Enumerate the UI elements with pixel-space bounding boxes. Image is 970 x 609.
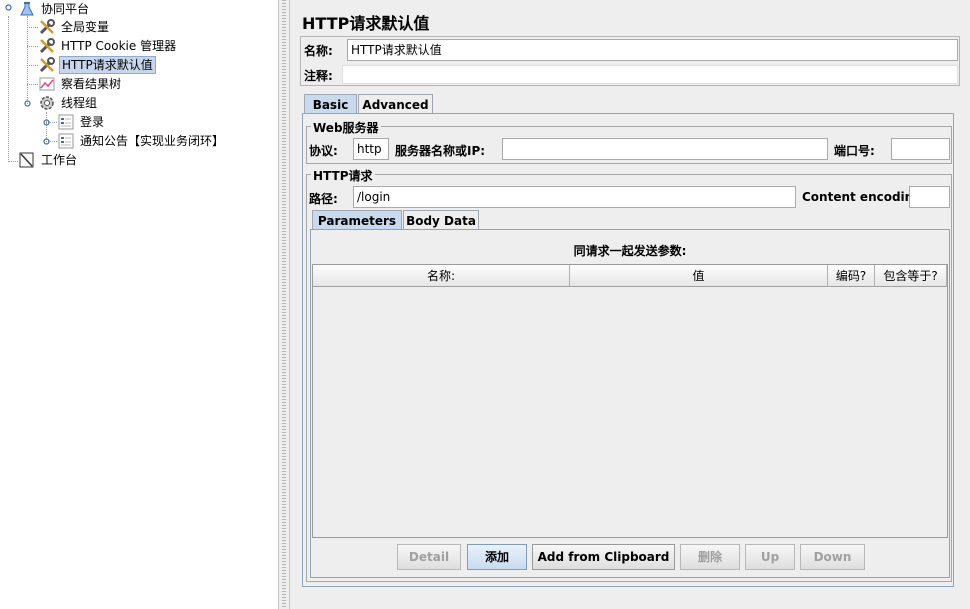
content-encoding-label: Content encoding:	[802, 190, 927, 204]
wrench-icon	[38, 56, 56, 74]
web-server-title: Web服务器	[311, 119, 381, 136]
tree-node-label: 通知公告【实现业务闭环】	[80, 134, 225, 148]
up-button[interactable]: Up	[745, 544, 795, 570]
expand-toggle-icon[interactable]	[24, 100, 31, 107]
detail-button[interactable]: Detail	[397, 544, 461, 570]
port-label: 端口号:	[834, 144, 875, 158]
tree-node-results-tree[interactable]: 察看结果树	[38, 75, 123, 93]
expand-toggle-icon[interactable]	[5, 4, 12, 11]
name-input[interactable]: HTTP请求默认值	[347, 39, 958, 61]
tree-node-label: 察看结果树	[61, 77, 122, 91]
tab-advanced[interactable]: Advanced	[358, 94, 433, 114]
wrench-icon	[38, 37, 56, 55]
tree-node-label: 工作台	[41, 153, 78, 167]
comment-label: 注释:	[304, 69, 333, 83]
port-input[interactable]	[891, 138, 950, 160]
sampler-icon	[57, 132, 75, 150]
tree-node-http-defaults[interactable]: HTTP请求默认值	[38, 56, 156, 74]
tree-node-label: 协同平台	[41, 2, 90, 16]
sampler-icon	[57, 113, 75, 131]
add-from-clipboard-button[interactable]: Add from Clipboard	[532, 544, 675, 570]
tree-node-label: HTTP请求默认值	[59, 56, 156, 74]
comment-input[interactable]	[342, 65, 958, 84]
server-label: 服务器名称或IP:	[395, 144, 486, 158]
down-button[interactable]: Down	[800, 544, 865, 570]
chart-icon	[38, 75, 56, 93]
wrench-icon	[38, 18, 56, 36]
path-label: 路径:	[309, 192, 338, 206]
tree-node-thread-group[interactable]: 线程组	[38, 94, 99, 112]
tree-node-label: 线程组	[61, 96, 98, 110]
tree-node-workbench[interactable]: 工作台	[18, 151, 79, 169]
tree-node-label: 全局变量	[61, 20, 110, 34]
flask-icon	[18, 0, 36, 18]
parameters-table[interactable]: 名称: 值 编码? 包含等于?	[312, 264, 948, 538]
tree-node-root[interactable]: 协同平台	[18, 0, 91, 18]
config-panel: HTTP请求默认值 名称: HTTP请求默认值 注释: Basic Advanc…	[290, 0, 970, 609]
protocol-label: 协议:	[309, 144, 338, 158]
test-plan-tree[interactable]: 协同平台 全局变量 HTTP Cookie 管理器 HTTP请求默认值 察看结果…	[0, 0, 278, 609]
tree-node-login[interactable]: 登录	[57, 113, 106, 131]
params-caption: 同请求一起发送参数:	[573, 244, 687, 258]
gear-icon	[38, 94, 56, 112]
tree-node-notice[interactable]: 通知公告【实现业务闭环】	[57, 132, 226, 150]
tree-node-cookie-manager[interactable]: HTTP Cookie 管理器	[38, 37, 178, 55]
protocol-input[interactable]: http	[353, 138, 389, 160]
add-button[interactable]: 添加	[467, 544, 527, 570]
path-input[interactable]: /login	[353, 186, 796, 208]
tree-node-label: 登录	[80, 115, 105, 129]
table-header: 名称: 值 编码? 包含等于?	[313, 265, 947, 287]
tree-node-label: HTTP Cookie 管理器	[61, 39, 177, 53]
tab-body-data[interactable]: Body Data	[403, 210, 479, 230]
tree-node-global-vars[interactable]: 全局变量	[38, 18, 111, 36]
expand-toggle-icon[interactable]	[43, 119, 50, 126]
col-header-include-equals[interactable]: 包含等于?	[875, 265, 947, 287]
http-request-title: HTTP请求	[311, 167, 375, 184]
name-label: 名称:	[304, 44, 333, 58]
workbench-icon	[18, 151, 36, 169]
server-input[interactable]	[502, 138, 828, 160]
expand-toggle-icon[interactable]	[43, 138, 50, 145]
tab-parameters[interactable]: Parameters	[312, 210, 402, 230]
split-pane-divider[interactable]	[278, 0, 290, 609]
tab-basic[interactable]: Basic	[304, 94, 357, 114]
delete-button[interactable]: 删除	[680, 544, 740, 570]
col-header-name[interactable]: 名称:	[313, 265, 570, 287]
page-title: HTTP请求默认值	[302, 14, 430, 33]
content-encoding-input[interactable]	[909, 186, 950, 208]
col-header-value[interactable]: 值	[570, 265, 828, 287]
col-header-encode[interactable]: 编码?	[828, 265, 875, 287]
